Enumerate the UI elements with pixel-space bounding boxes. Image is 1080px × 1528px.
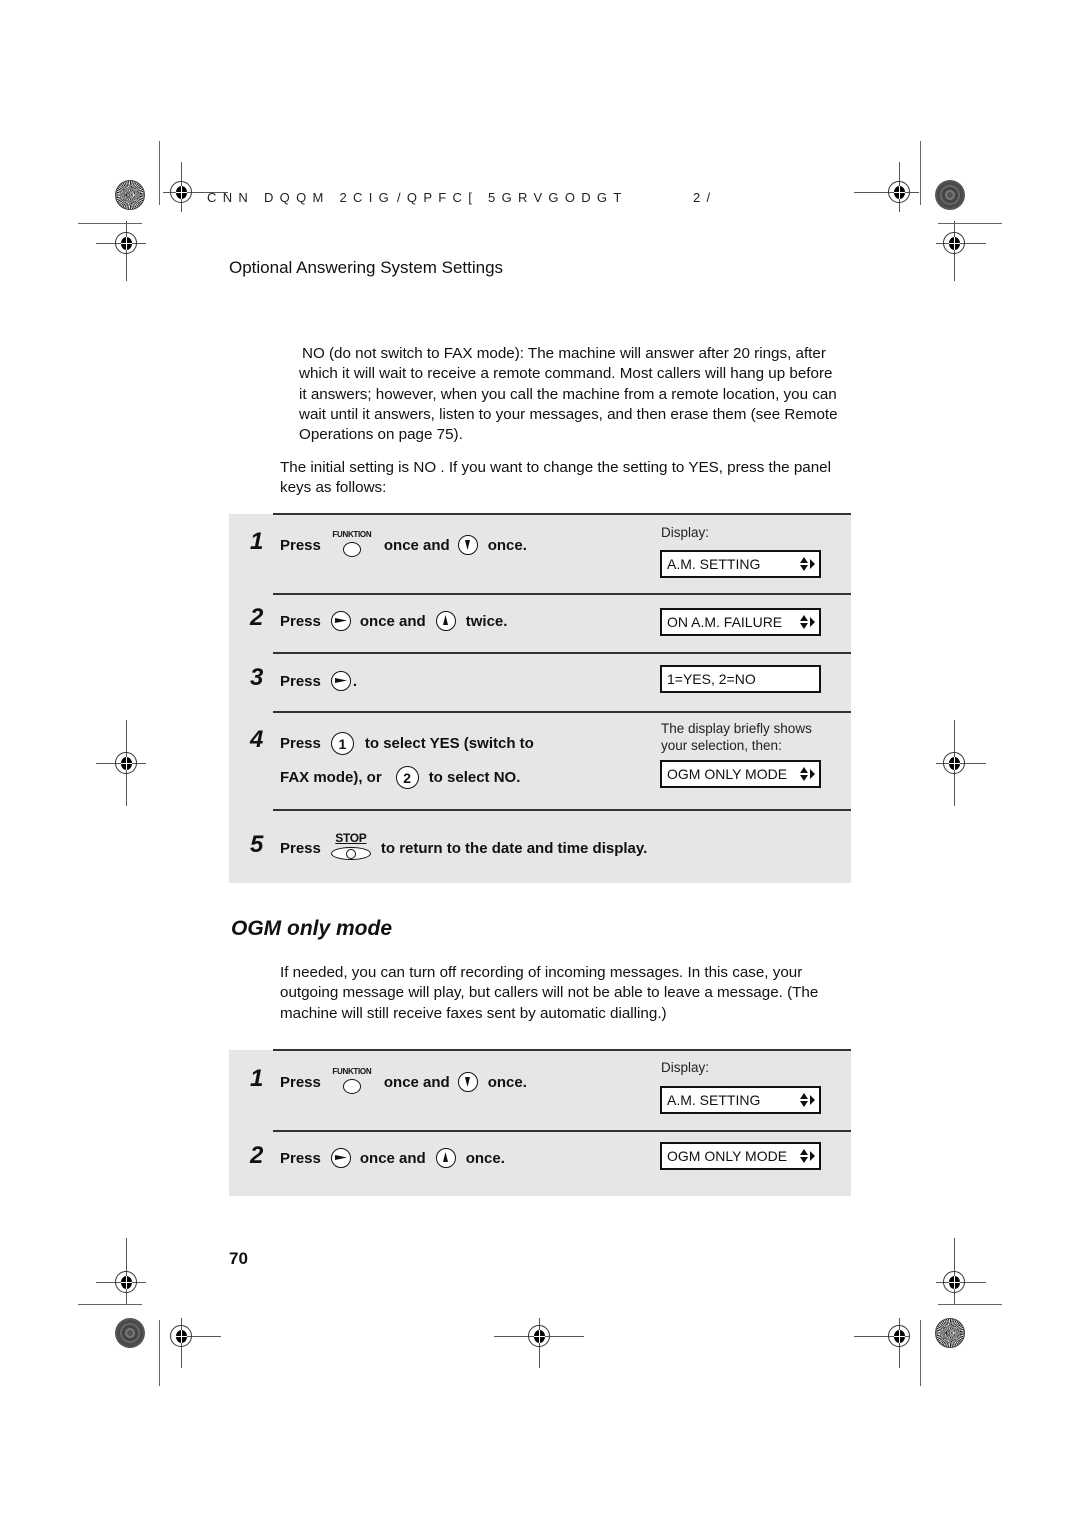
step-instruction-continued: FAX mode), or 2 to select NO.: [280, 766, 520, 789]
lcd-display: OGM ONLY MODE: [660, 1142, 821, 1170]
color-target-icon: [935, 1318, 965, 1348]
step-number: 5: [250, 831, 264, 858]
divider: [273, 593, 851, 595]
up-down-right-arrow-icon: [800, 767, 815, 781]
step-number: 2: [250, 1142, 264, 1169]
step-number: 2: [250, 604, 264, 631]
trim-line: [920, 1320, 921, 1386]
divider: [273, 1130, 851, 1132]
instruction-panel-ogm: 1 Press FUNKTION once and once. Display:…: [229, 1049, 851, 1196]
ogm-heading: OGM only mode: [231, 917, 393, 940]
trim-line: [78, 1304, 142, 1305]
down-arrow-key-icon: [457, 1072, 478, 1092]
lcd-display: ON A.M. FAILURE: [660, 608, 821, 636]
lcd-display: OGM ONLY MODE: [660, 760, 821, 788]
up-arrow-key-icon: [435, 1148, 456, 1168]
instruction-panel-am-failure: 1 Press FUNKTION once and once. Display:…: [229, 513, 851, 883]
divider: [273, 513, 851, 515]
step-number: 1: [250, 1065, 264, 1092]
no-option-paragraph: NO (do not switch to FAX mode): The mach…: [299, 345, 838, 444]
display-label: Display:: [661, 1060, 710, 1075]
up-down-right-arrow-icon: [800, 615, 815, 629]
page-number: 70: [229, 1249, 248, 1268]
section-title: Optional Answering System Settings: [229, 258, 504, 277]
down-arrow-key-icon: [457, 535, 478, 555]
key-1-icon: 1: [330, 732, 354, 755]
step-instruction: Press once and once.: [280, 1148, 505, 1168]
trim-line: [159, 1320, 160, 1386]
header-code-left: CNN DQQM 2CIG: [207, 190, 396, 205]
ogm-description: If needed, you can turn off recording of…: [280, 964, 819, 1022]
divider: [273, 652, 851, 654]
up-down-right-arrow-icon: [800, 557, 815, 571]
gray-target-icon: [935, 180, 965, 210]
right-arrow-key-icon: [330, 671, 351, 691]
up-down-right-arrow-icon: [800, 1149, 815, 1163]
funktion-key-icon: FUNKTION: [329, 530, 375, 558]
step-instruction: Press .: [280, 671, 358, 691]
step-number: 1: [250, 528, 264, 555]
lcd-display: 1=YES, 2=NO: [660, 665, 821, 693]
gray-target-icon: [115, 1318, 145, 1348]
trim-line: [159, 141, 160, 205]
step-instruction: Press STOP to return to the date and tim…: [280, 831, 647, 862]
funktion-key-icon: FUNKTION: [329, 1067, 375, 1095]
divider: [273, 809, 851, 811]
right-arrow-key-icon: [330, 611, 351, 631]
step-number: 3: [250, 664, 264, 691]
initial-setting-paragraph: The initial setting is NO . If you want …: [280, 459, 831, 497]
trim-line: [938, 1304, 1002, 1305]
trim-line: [938, 223, 1002, 224]
step-instruction: Press 1 to select YES (switch to: [280, 732, 534, 755]
step-instruction: Press once and twice.: [280, 611, 508, 631]
up-arrow-key-icon: [435, 611, 456, 631]
header-code-mid: /QPFC[ 5GRVGODGT: [397, 190, 628, 205]
lcd-display: A.M. SETTING: [660, 550, 821, 578]
header-code-right: 2/: [693, 190, 717, 205]
color-target-icon: [115, 180, 145, 210]
divider: [273, 711, 851, 713]
right-arrow-key-icon: [330, 1148, 351, 1168]
step-instruction: Press FUNKTION once and once.: [280, 530, 527, 558]
trim-line: [78, 223, 142, 224]
step-number: 4: [250, 726, 264, 753]
key-2-icon: 2: [395, 766, 419, 789]
trim-line: [920, 141, 921, 205]
display-label: Display:: [661, 525, 710, 540]
stop-key-icon: STOP: [329, 831, 373, 862]
up-down-right-arrow-icon: [800, 1093, 815, 1107]
lcd-display: A.M. SETTING: [660, 1086, 821, 1114]
divider: [273, 1049, 851, 1051]
step-instruction: Press FUNKTION once and once.: [280, 1067, 527, 1095]
display-note: The display briefly shows your selection…: [661, 721, 812, 753]
